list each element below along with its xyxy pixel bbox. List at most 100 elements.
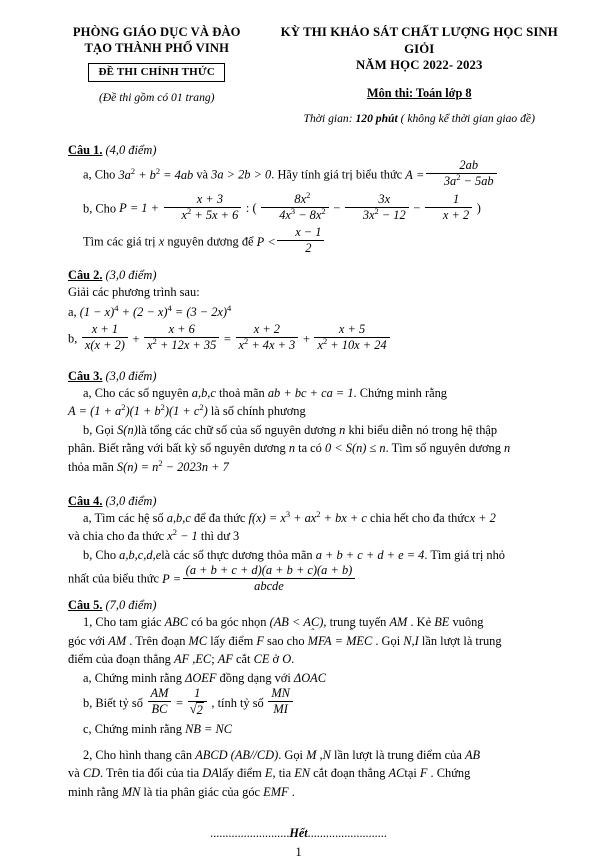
q1c-inequality: P < x − 12 [257, 225, 326, 255]
q5-text15: . [291, 652, 295, 667]
q4b-condition: a + b + c + d + e = 4 [315, 547, 425, 562]
q3b-text3: phân. Biết rằng với bất kỳ số nguyên dươ… [68, 441, 286, 456]
q5-o: O [282, 652, 292, 667]
question-5-part1-line3: điểm của đoạn thẳng AF ,EC; AF cắt CE ở … [68, 650, 553, 669]
q5-be: BE [434, 615, 450, 630]
q5-text14: ở [272, 652, 280, 667]
duration-prefix: Thời gian: [303, 111, 353, 125]
q3b-Sn: S(n) [117, 422, 138, 437]
q5-1-prefix: 1, Cho tam giác [83, 615, 162, 630]
q5-2-abcd: ABCD [195, 747, 228, 762]
question-3-heading: Câu 3. (3,0 điểm) [68, 369, 553, 384]
q5b-prefix: b, Biết tỷ số [83, 695, 143, 710]
dots-left: .......................... [210, 825, 290, 840]
question-2-intro: Giải các phương trình sau: [68, 284, 200, 299]
exam-duration: Thời gian: 120 phút ( không kể thời gian… [278, 112, 562, 125]
q2b-equation: x + 1 x(x + 2) + x + 6 x2 + 12x + 35 = x +… [80, 322, 391, 352]
question-1-points: (4,0 điểm) [105, 142, 157, 157]
q5-2-ab: AB [464, 747, 481, 762]
q5-mc: MC [188, 633, 208, 648]
question-4-part-b-line2: nhất của biểu thức P = (a + b + c + d)(a … [68, 563, 553, 596]
q4a-text1: để đa thức [193, 510, 246, 525]
header-left-block: PHÒNG GIÁO DỤC VÀ ĐÀO TẠO THÀNH PHỐ VINH… [36, 22, 278, 125]
q3b-text4: ta có [298, 441, 322, 456]
q5-text6: . Trên đoạn [126, 633, 186, 648]
question-1-part-a: a, Cho 3a2 + b2 = 4ab và 3a > 2b > 0. Hã… [68, 158, 553, 192]
q5-2-text2: lần lượt là trung điểm của [334, 747, 462, 762]
q5-median-am: AM [389, 615, 408, 630]
q5-2-mn: M ,N [306, 747, 331, 762]
q5-triangle-abc: ABC [164, 615, 188, 630]
q5-2-cd: CD [82, 766, 101, 781]
q5-text7: lấy điểm [210, 633, 254, 648]
q1a-prefix: a, Cho [83, 167, 116, 182]
q3b-inequality: 0 < S(n) ≤ n [324, 441, 386, 456]
q5-text9: . Gọi [372, 633, 401, 648]
q5-2-text3: và [68, 766, 80, 781]
dots-right: .......................... [307, 825, 387, 840]
question-5-part-b: b, Biết tỷ số AMBC = 12 , tính tỷ số MNM… [68, 686, 553, 721]
end-word: Hết [289, 825, 308, 840]
question-5-part-c: c, Chứng minh rằng NB = NC [68, 720, 553, 739]
q4a-text3: và chia cho đa thức [68, 529, 165, 544]
question-2-heading: Câu 2. (3,0 điểm) [68, 268, 553, 283]
q5b-ratio: AMBC = 12 [146, 686, 211, 717]
q3a-tail: . Chứng minh rằng [353, 385, 447, 400]
q5-ni: N,I [403, 633, 419, 648]
q5-2-prefix: 2, Cho hình thang cân [83, 747, 193, 762]
q2a-equation: (1 − x)4 + (2 − x)4 = (3 − 2x)4 [79, 303, 232, 320]
question-5-part1-line2: góc với AM . Trên đoạn MC lấy điểm F sao… [68, 632, 553, 651]
q4a-prefix: a, Tìm các hệ số [83, 510, 164, 525]
q5-text11: điểm của đoạn thẳng [68, 652, 171, 667]
q3b-prefix: b, Gọi [83, 422, 114, 437]
question-2-part-b: b, x + 1 x(x + 2) + x + 6 x2 + 12x + 35 = … [68, 322, 553, 356]
question-1-part-c: Tìm các giá trị x nguyên dương để P < x −… [68, 225, 553, 259]
question-5-points: (7,0 điểm) [105, 598, 157, 613]
question-3-points: (3,0 điểm) [105, 368, 157, 383]
q5-af: AF [217, 652, 233, 667]
q4a-vars: a,b,c [166, 510, 191, 525]
q4a-divisor: x + 2 [469, 510, 496, 525]
q3a-mid: thoả mãn [218, 385, 265, 400]
q3b-n2: n [288, 441, 296, 456]
exam-body: Câu 1. (4,0 điểm) a, Cho 3a2 + b2 = 4ab … [36, 143, 561, 802]
q5-2-text6: , tia [272, 766, 292, 781]
school-name-line2: TẠO THÀNH PHỐ VINH [84, 41, 229, 56]
q5-2-parallel: (AB//CD) [230, 747, 279, 762]
q5-text12: ; [211, 652, 215, 667]
q1c-text2: nguyên dương để [167, 234, 254, 249]
q5-af-ec: AF ,EC [174, 652, 212, 667]
school-name-line1: PHÒNG GIÁO DỤC VÀ ĐÀO [72, 25, 241, 39]
question-4-heading: Câu 4. (3,0 điểm) [68, 494, 553, 509]
q5-text3: . Kẻ [407, 615, 432, 630]
q5-2-text10: minh rằng [68, 784, 119, 799]
question-3-part-b-line3: thỏa mãn S(n) = n2 − 2023n + 7 [68, 458, 553, 477]
question-5-part2-line2: và CD. Trên tia đối của tia DAlấy điểm E… [68, 764, 553, 783]
question-5-label: Câu 5. [68, 598, 103, 613]
exam-subject: Môn thi: Toán lớp 8 [366, 85, 472, 100]
q5-text10: lần lượt là trung [421, 633, 502, 648]
q5-text2: , trung tuyến [323, 615, 387, 630]
duration-value: 120 phút [355, 111, 398, 125]
q5b-ratio2: MN MI [267, 686, 295, 716]
question-2-part-a: a, (1 − x)4 + (2 − x)4 = (3 − 2x)4 [68, 303, 553, 322]
question-1-heading: Câu 1. (4,0 điểm) [68, 143, 553, 158]
q5-2-da: DA [202, 766, 219, 781]
question-5-part1-line1: 1, Cho tam giác ABC có ba góc nhọn (AB <… [68, 613, 553, 632]
question-3-part-a-line2: A = (1 + a2)(1 + b2)(1 + c2) là số chính… [68, 402, 553, 421]
q3b-text1: là tổng các chữ số của số nguyên dương [137, 422, 337, 437]
q3a-vars: a,b,c [191, 385, 216, 400]
question-4-label: Câu 4. [68, 493, 103, 508]
q4a-text2: chia hết cho đa thức [369, 510, 470, 525]
q3b-text6: thỏa mãn [68, 460, 114, 475]
question-4-part-a-line1: a, Tìm các hệ số a,b,c để đa thức f(x) =… [68, 509, 553, 528]
question-2-label: Câu 2. [68, 267, 103, 282]
q5-2-mn2: MN [121, 784, 141, 799]
q5a-triangle-oac: ΔOAC [293, 670, 326, 685]
q5-text5: góc với [68, 633, 106, 648]
q2b-prefix: b, [68, 331, 78, 346]
q5c-equality: NB = NC [185, 722, 232, 737]
q3b-n3: n [504, 441, 511, 456]
question-3-part-b-line2: phân. Biết rằng với bất kỳ số nguyên dươ… [68, 439, 553, 458]
q5-2-text4: . Trên tia đối của tia [100, 766, 200, 781]
